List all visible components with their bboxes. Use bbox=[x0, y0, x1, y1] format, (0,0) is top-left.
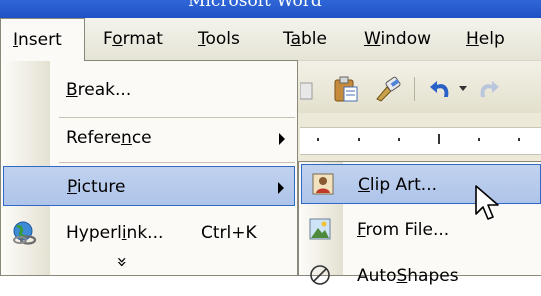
format-painter-icon[interactable] bbox=[373, 75, 403, 103]
menu-item-reference[interactable]: Reference bbox=[1, 118, 297, 158]
menu-help[interactable]: Help bbox=[466, 18, 505, 60]
submenu-item-clip-art[interactable]: Clip Art... bbox=[301, 164, 541, 204]
submenu-arrow-icon bbox=[279, 133, 285, 145]
undo-dropdown-chevron-icon[interactable] bbox=[459, 86, 469, 94]
paste-icon-partial[interactable] bbox=[300, 81, 314, 101]
submenu-arrow-icon bbox=[278, 182, 284, 194]
menu-table[interactable]: Table bbox=[283, 18, 327, 60]
ruler-strip[interactable] bbox=[300, 127, 541, 155]
picture-submenu: Clip Art... From File... AutoShapes bbox=[298, 161, 541, 286]
menu-bar: Insert Format Tools Table Window Help bbox=[0, 18, 541, 61]
menu-format[interactable]: Format bbox=[103, 18, 163, 60]
redo-icon[interactable] bbox=[477, 77, 499, 101]
expand-chevron-icon: » bbox=[111, 256, 133, 268]
menu-insert[interactable]: Insert bbox=[0, 18, 85, 61]
mouse-pointer-icon bbox=[475, 185, 499, 220]
menu-expand-button[interactable]: » bbox=[1, 247, 297, 277]
insert-dropdown-menu: Break... Reference Picture Hyperlink... … bbox=[0, 60, 298, 276]
hyperlink-globe-icon bbox=[13, 221, 37, 245]
submenu-item-autoshapes[interactable]: AutoShapes bbox=[299, 256, 541, 296]
picture-from-file-icon bbox=[309, 218, 331, 240]
toolbar-separator bbox=[414, 77, 415, 101]
window-title: Microsoft Word bbox=[188, 0, 322, 11]
menu-window[interactable]: Window bbox=[364, 18, 431, 60]
menu-tools[interactable]: Tools bbox=[198, 18, 240, 60]
clip-art-icon bbox=[312, 173, 334, 195]
title-bar: Microsoft Word bbox=[0, 0, 541, 18]
menu-separator bbox=[59, 162, 295, 163]
menu-item-picture[interactable]: Picture bbox=[3, 166, 295, 206]
menu-item-break[interactable]: Break... bbox=[1, 70, 297, 110]
clipboard-paste-icon[interactable] bbox=[332, 75, 360, 103]
undo-icon[interactable] bbox=[428, 77, 454, 101]
autoshapes-icon bbox=[310, 265, 330, 285]
submenu-item-from-file[interactable]: From File... bbox=[299, 210, 541, 250]
